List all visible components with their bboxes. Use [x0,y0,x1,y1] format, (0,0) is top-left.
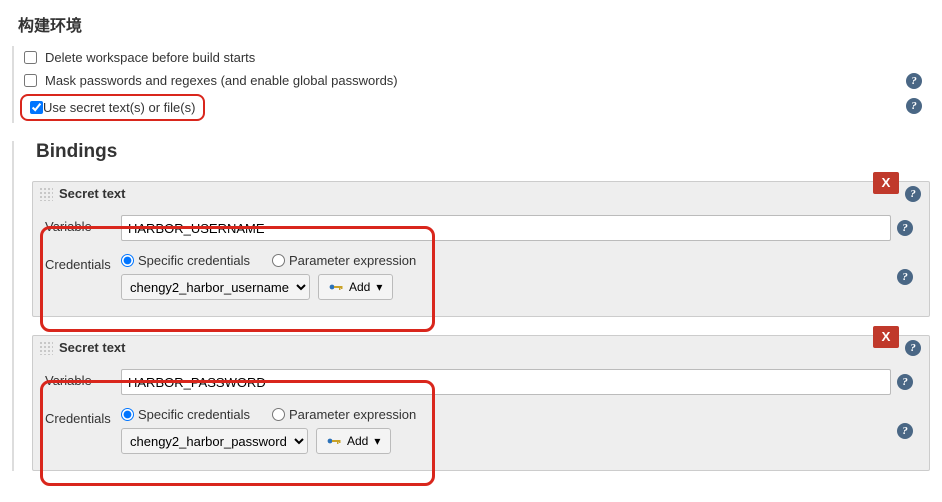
chevron-down-icon: ▾ [376,280,382,294]
page-title: 构建环境 [18,12,930,36]
binding-type-label: Secret text [59,340,125,355]
credentials-label: Credentials [41,407,121,426]
specific-credentials-label: Specific credentials [138,253,250,268]
help-icon[interactable]: ? [897,269,913,285]
help-icon[interactable]: ? [906,98,922,114]
use-secret-checkbox[interactable] [30,101,43,114]
help-icon[interactable]: ? [897,423,913,439]
bindings-title: Bindings [36,141,930,163]
variable-label: Variable [41,369,121,388]
build-environment-list: Delete workspace before build starts Mas… [12,46,930,123]
chevron-down-icon: ▾ [374,434,380,448]
drag-handle-icon[interactable] [39,187,53,201]
drag-handle-icon[interactable] [39,341,53,355]
parameter-expression-label: Parameter expression [289,253,416,268]
credentials-select[interactable]: chengy2_harbor_username [121,274,310,300]
parameter-expression-radio[interactable] [272,408,285,421]
binding-block: X Secret text ? Variable ? Credentials S… [32,335,930,471]
binding-block: X Secret text ? Variable ? Credentials S… [32,181,930,317]
mask-passwords-label: Mask passwords and regexes (and enable g… [45,73,398,88]
key-icon [327,436,341,446]
specific-credentials-radio[interactable] [121,254,134,267]
help-icon[interactable]: ? [905,340,921,356]
variable-label: Variable [41,215,121,234]
add-credentials-button[interactable]: Add ▾ [316,428,391,454]
credentials-label: Credentials [41,253,121,272]
delete-workspace-checkbox[interactable] [24,51,37,64]
help-icon[interactable]: ? [906,73,922,89]
mask-passwords-checkbox[interactable] [24,74,37,87]
add-credentials-button[interactable]: Add ▾ [318,274,393,300]
env-row-mask-passwords: Mask passwords and regexes (and enable g… [18,69,930,92]
use-secret-label: Use secret text(s) or file(s) [43,100,195,115]
help-icon[interactable]: ? [897,374,913,390]
credentials-select[interactable]: chengy2_harbor_password [121,428,308,454]
bindings-section: Bindings X Secret text ? Variable ? Cred… [12,141,930,471]
delete-workspace-label: Delete workspace before build starts [45,50,255,65]
key-icon [329,282,343,292]
help-icon[interactable]: ? [897,220,913,236]
variable-input[interactable] [121,215,891,241]
specific-credentials-label: Specific credentials [138,407,250,422]
env-row-delete-workspace: Delete workspace before build starts [18,46,930,69]
use-secret-highlight: Use secret text(s) or file(s) [20,94,205,121]
parameter-expression-label: Parameter expression [289,407,416,422]
add-button-label: Add [347,434,368,448]
help-icon[interactable]: ? [905,186,921,202]
specific-credentials-radio[interactable] [121,408,134,421]
binding-type-label: Secret text [59,186,125,201]
variable-input[interactable] [121,369,891,395]
add-button-label: Add [349,280,370,294]
parameter-expression-radio[interactable] [272,254,285,267]
